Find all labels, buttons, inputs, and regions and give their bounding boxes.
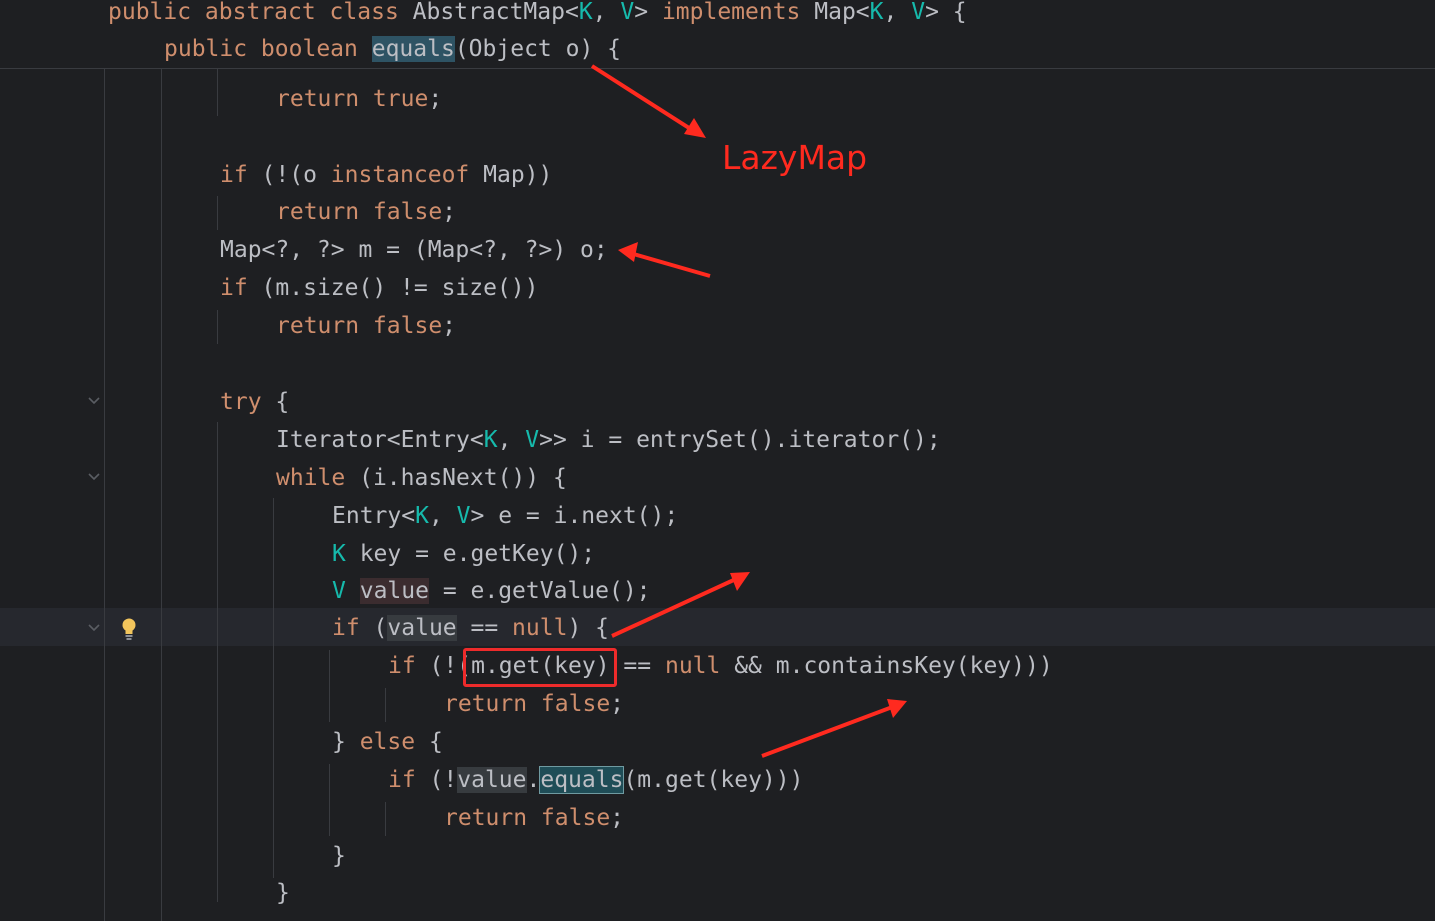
arrow-head (887, 699, 907, 718)
arrow-from-if (611, 576, 739, 638)
arrow-head (618, 242, 638, 262)
arrow-to-else (761, 704, 896, 758)
annotation-arrows (590, 64, 907, 758)
arrow-to-lazymap (590, 64, 702, 137)
arrow-to-cast (629, 251, 711, 278)
